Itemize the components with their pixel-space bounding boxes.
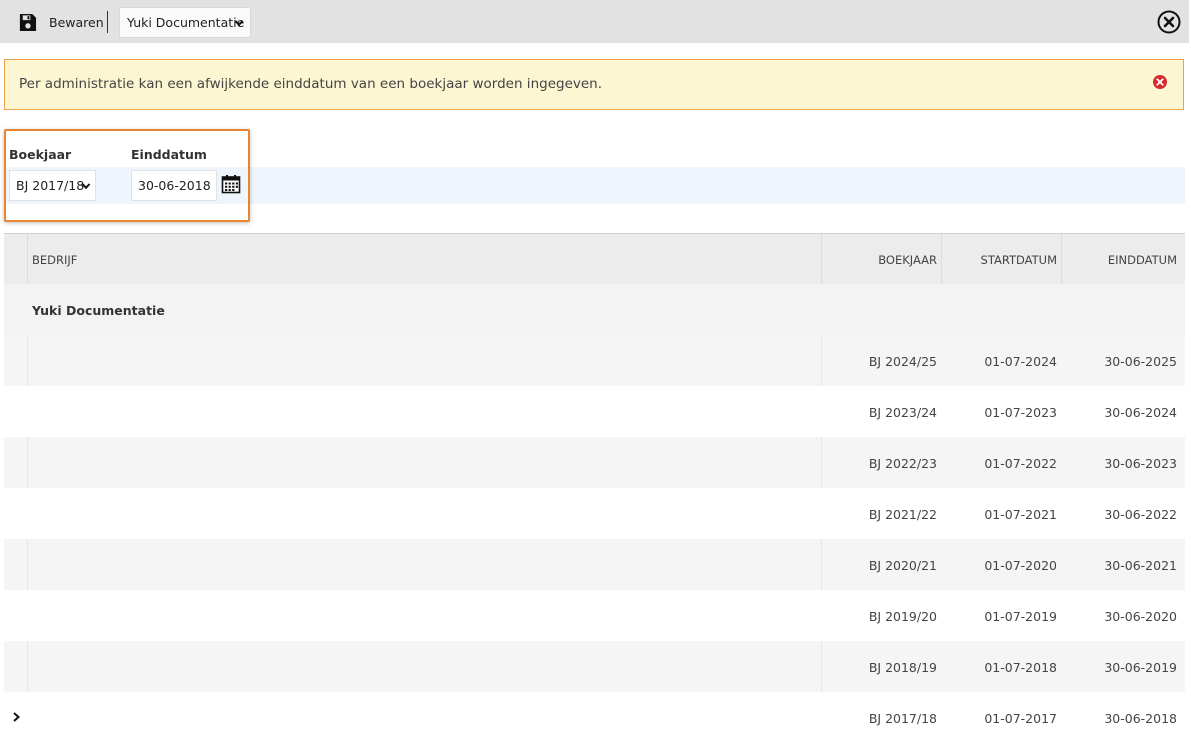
table-header: BEDRIJF BOEKJAAR STARTDATUM EINDDATUM — [4, 233, 1185, 285]
cell-einddatum: 30-06-2024 — [1104, 405, 1177, 420]
column-divider — [27, 234, 28, 285]
row-divider — [821, 335, 822, 386]
table-row[interactable]: BJ 2022/23 01-07-2022 30-06-2023 — [4, 437, 1185, 488]
column-divider — [1061, 234, 1062, 285]
table-row[interactable]: BJ 2024/25 01-07-2024 30-06-2025 — [4, 335, 1185, 386]
einddatum-input[interactable]: 30-06-2018 — [131, 170, 217, 201]
cell-startdatum: 01-07-2024 — [984, 354, 1057, 369]
cell-startdatum: 01-07-2022 — [984, 456, 1057, 471]
column-divider — [821, 234, 822, 285]
banner-close-icon[interactable] — [1152, 74, 1168, 90]
cell-startdatum: 01-07-2023 — [984, 405, 1057, 420]
header-startdatum[interactable]: STARTDATUM — [981, 253, 1057, 267]
table-row[interactable]: BJ 2019/20 01-07-2019 30-06-2020 — [4, 590, 1185, 641]
cell-boekjaar: BJ 2024/25 — [868, 354, 937, 369]
boekjaar-label: Boekjaar — [9, 147, 72, 162]
row-divider — [27, 335, 28, 386]
cell-boekjaar: BJ 2018/19 — [868, 660, 937, 675]
boekjaar-select-value: BJ 2017/18 — [16, 178, 85, 193]
floppy-disk-icon — [19, 13, 37, 31]
info-banner: Per administratie kan een afwijkende ein… — [4, 59, 1184, 110]
cell-startdatum: 01-07-2020 — [984, 558, 1057, 573]
calendar-icon[interactable] — [221, 174, 241, 194]
cell-startdatum: 01-07-2017 — [984, 711, 1057, 726]
close-icon[interactable] — [1157, 10, 1181, 34]
group-row: Yuki Documentatie — [4, 284, 1185, 335]
row-divider — [821, 437, 822, 488]
info-banner-text: Per administratie kan een afwijkende ein… — [19, 76, 603, 92]
einddatum-label: Einddatum — [131, 147, 207, 162]
administration-select[interactable]: Yuki Documentatie — [119, 7, 251, 38]
cell-boekjaar: BJ 2022/23 — [868, 456, 937, 471]
header-boekjaar[interactable]: BOEKJAAR — [878, 253, 937, 267]
table-row[interactable]: BJ 2018/19 01-07-2018 30-06-2019 — [4, 641, 1185, 692]
cell-boekjaar: BJ 2020/21 — [868, 558, 937, 573]
boekjaar-select[interactable]: BJ 2017/18 — [9, 170, 96, 201]
save-button-label: Bewaren — [49, 14, 104, 30]
boekjaren-table: BEDRIJF BOEKJAAR STARTDATUM EINDDATUM Yu… — [4, 233, 1185, 743]
chevron-right-icon[interactable] — [10, 711, 22, 723]
cell-einddatum: 30-06-2020 — [1104, 609, 1177, 624]
column-divider — [941, 234, 942, 285]
cell-boekjaar: BJ 2017/18 — [868, 711, 937, 726]
cell-startdatum: 01-07-2019 — [984, 609, 1057, 624]
cell-einddatum: 30-06-2022 — [1104, 507, 1177, 522]
table-row[interactable]: BJ 2020/21 01-07-2020 30-06-2021 — [4, 539, 1185, 590]
cell-startdatum: 01-07-2021 — [984, 507, 1057, 522]
toolbar-separator — [107, 11, 108, 33]
save-button[interactable]: Bewaren — [18, 11, 104, 33]
row-divider — [27, 437, 28, 488]
chevron-down-icon — [234, 20, 244, 27]
administration-select-value: Yuki Documentatie — [127, 15, 245, 30]
row-divider — [821, 539, 822, 590]
table-row[interactable]: BJ 2021/22 01-07-2021 30-06-2022 — [4, 488, 1185, 539]
chevron-down-icon — [81, 183, 91, 190]
group-label: Yuki Documentatie — [32, 303, 165, 318]
row-divider — [27, 641, 28, 692]
row-divider — [821, 641, 822, 692]
table-row[interactable]: BJ 2017/18 01-07-2017 30-06-2018 — [4, 692, 1185, 743]
header-einddatum[interactable]: EINDDATUM — [1108, 253, 1177, 267]
header-bedrijf[interactable]: BEDRIJF — [32, 253, 77, 267]
cell-einddatum: 30-06-2018 — [1104, 711, 1177, 726]
cell-boekjaar: BJ 2023/24 — [868, 405, 937, 420]
einddatum-input-value: 30-06-2018 — [138, 178, 211, 193]
cell-boekjaar: BJ 2019/20 — [868, 609, 937, 624]
cell-startdatum: 01-07-2018 — [984, 660, 1057, 675]
cell-einddatum: 30-06-2025 — [1104, 354, 1177, 369]
cell-einddatum: 30-06-2021 — [1104, 558, 1177, 573]
table-row[interactable]: BJ 2023/24 01-07-2023 30-06-2024 — [4, 386, 1185, 437]
cell-einddatum: 30-06-2023 — [1104, 456, 1177, 471]
cell-einddatum: 30-06-2019 — [1104, 660, 1177, 675]
cell-boekjaar: BJ 2021/22 — [868, 507, 937, 522]
toolbar: Bewaren Yuki Documentatie — [0, 0, 1189, 43]
row-divider — [27, 539, 28, 590]
